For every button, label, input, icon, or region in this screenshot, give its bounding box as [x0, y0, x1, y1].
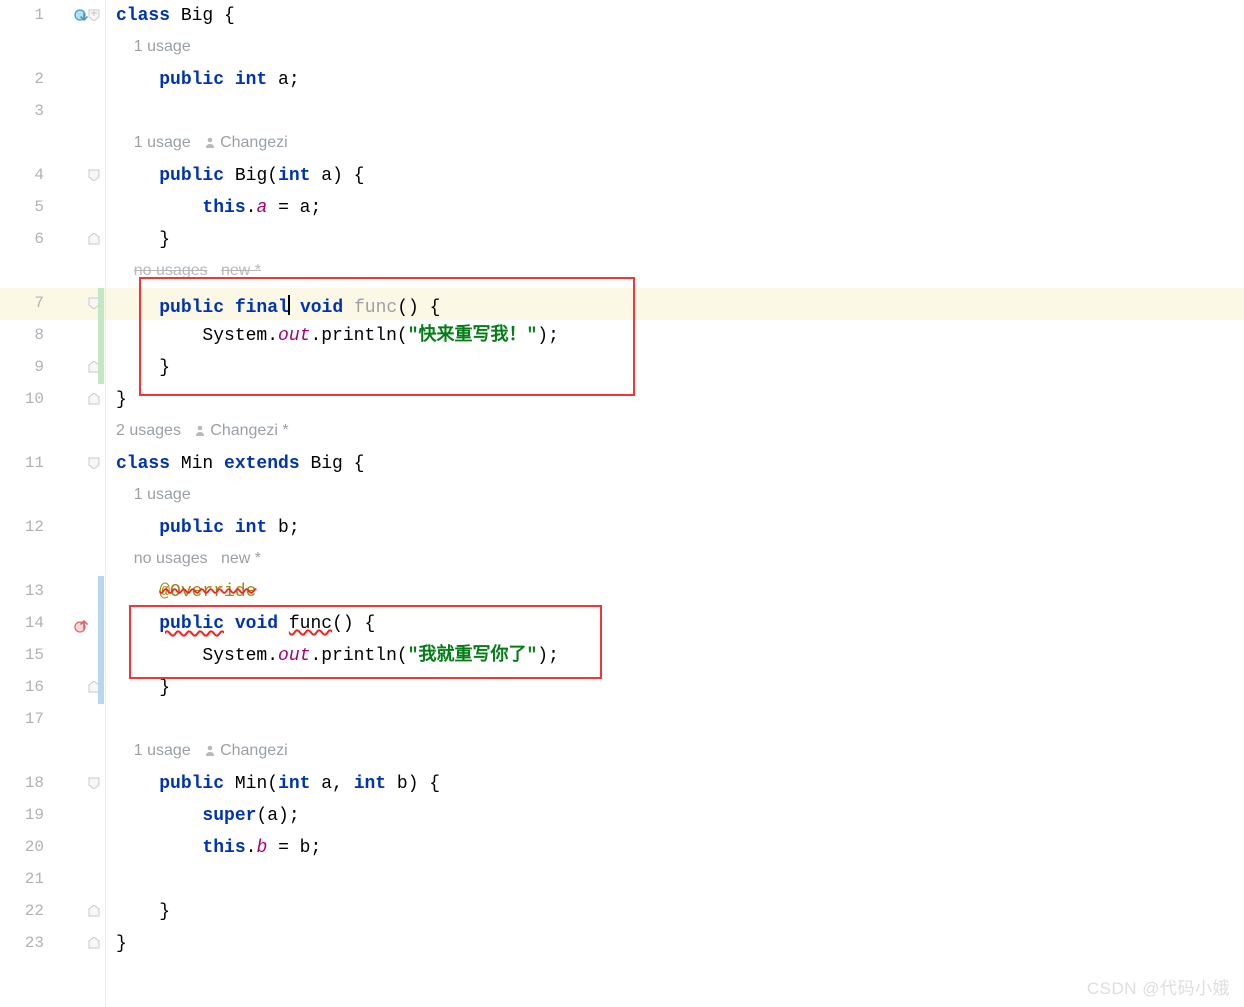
- code-line: System.out.println("快来重写我！");: [106, 320, 559, 345]
- code-line: public Big(int a) {: [106, 160, 364, 185]
- line-number: 6: [0, 224, 44, 247]
- code-line: super(a);: [106, 800, 300, 825]
- line-number: 13: [0, 576, 44, 599]
- code-line: }: [106, 928, 127, 953]
- code-line: class Min extends Big {: [106, 448, 364, 473]
- vcs-added-marker[interactable]: [98, 320, 104, 352]
- line-number: 8: [0, 320, 44, 343]
- code-editor[interactable]: 1 2 3 4 5 6 7 8 9: [0, 0, 1244, 1007]
- inlay-hint[interactable]: 2 usages Changezi *: [106, 416, 289, 439]
- inlay-hint[interactable]: 1 usage Changezi: [106, 128, 288, 151]
- line-number: 23: [0, 928, 44, 951]
- code-line: public Min(int a, int b) {: [106, 768, 440, 793]
- code-line: [106, 864, 116, 871]
- fold-open-icon[interactable]: [88, 777, 100, 789]
- watermark-text: CSDN @代码小娥: [1087, 980, 1230, 997]
- line-number: 10: [0, 384, 44, 407]
- fold-open-icon[interactable]: [88, 9, 100, 21]
- line-number: 14: [0, 608, 44, 631]
- vcs-added-marker[interactable]: [98, 288, 104, 320]
- line-number: 4: [0, 160, 44, 183]
- code-line: [106, 704, 116, 711]
- gutter: 1 2 3 4 5 6 7 8 9: [0, 0, 106, 1007]
- code-line: @Override: [106, 576, 256, 601]
- code-line: this.b = b;: [106, 832, 321, 857]
- line-number: 3: [0, 96, 44, 119]
- fold-close-icon[interactable]: [88, 393, 100, 405]
- line-number: 2: [0, 64, 44, 87]
- line-number: 7: [0, 288, 44, 311]
- line-number: 22: [0, 896, 44, 919]
- code-line: }: [106, 896, 170, 921]
- code-line: }: [106, 352, 170, 377]
- line-number: 17: [0, 704, 44, 727]
- code-line: public int a;: [106, 64, 300, 89]
- line-number: 16: [0, 672, 44, 695]
- code-line: [106, 96, 116, 103]
- person-icon: [204, 744, 216, 756]
- code-line: public final void func() {: [106, 288, 440, 317]
- line-number: 12: [0, 512, 44, 535]
- fold-close-icon[interactable]: [88, 905, 100, 917]
- fold-open-icon[interactable]: [88, 169, 100, 181]
- line-number: 15: [0, 640, 44, 663]
- override-up-icon[interactable]: [74, 616, 92, 634]
- gutter-row: 1: [0, 0, 105, 32]
- fold-open-icon[interactable]: [88, 457, 100, 469]
- code-line: public int b;: [106, 512, 300, 537]
- person-icon: [194, 424, 206, 436]
- line-number: 9: [0, 352, 44, 375]
- inlay-hint[interactable]: 1 usage Changezi: [106, 736, 288, 759]
- vcs-added-marker[interactable]: [98, 352, 104, 384]
- code-line: }: [106, 224, 170, 249]
- code-line: class Big {: [106, 0, 235, 25]
- vcs-modified-marker[interactable]: [98, 640, 104, 672]
- line-number: 1: [0, 0, 44, 23]
- code-area[interactable]: class Big { 1 usage public int a; 1 usag…: [106, 0, 1244, 1007]
- vcs-modified-marker[interactable]: [98, 576, 104, 608]
- inlay-hint[interactable]: no usages new *: [106, 544, 261, 567]
- fold-close-icon[interactable]: [88, 937, 100, 949]
- vcs-modified-marker[interactable]: [98, 608, 104, 640]
- line-number: 5: [0, 192, 44, 215]
- line-number: 18: [0, 768, 44, 791]
- line-number: 20: [0, 832, 44, 855]
- person-icon: [204, 136, 216, 148]
- code-line: }: [106, 384, 127, 409]
- code-line: this.a = a;: [106, 192, 321, 217]
- code-line: System.out.println("我就重写你了");: [106, 640, 559, 665]
- line-number: 19: [0, 800, 44, 823]
- code-line: }: [106, 672, 170, 697]
- line-number: 11: [0, 448, 44, 471]
- inlay-hint[interactable]: 1 usage: [106, 480, 191, 503]
- code-line: public void func() {: [106, 608, 375, 633]
- vcs-modified-marker[interactable]: [98, 672, 104, 704]
- fold-close-icon[interactable]: [88, 233, 100, 245]
- inlay-hint[interactable]: 1 usage: [106, 32, 191, 55]
- line-number: 21: [0, 864, 44, 887]
- inlay-hint[interactable]: no usages new *: [106, 256, 261, 279]
